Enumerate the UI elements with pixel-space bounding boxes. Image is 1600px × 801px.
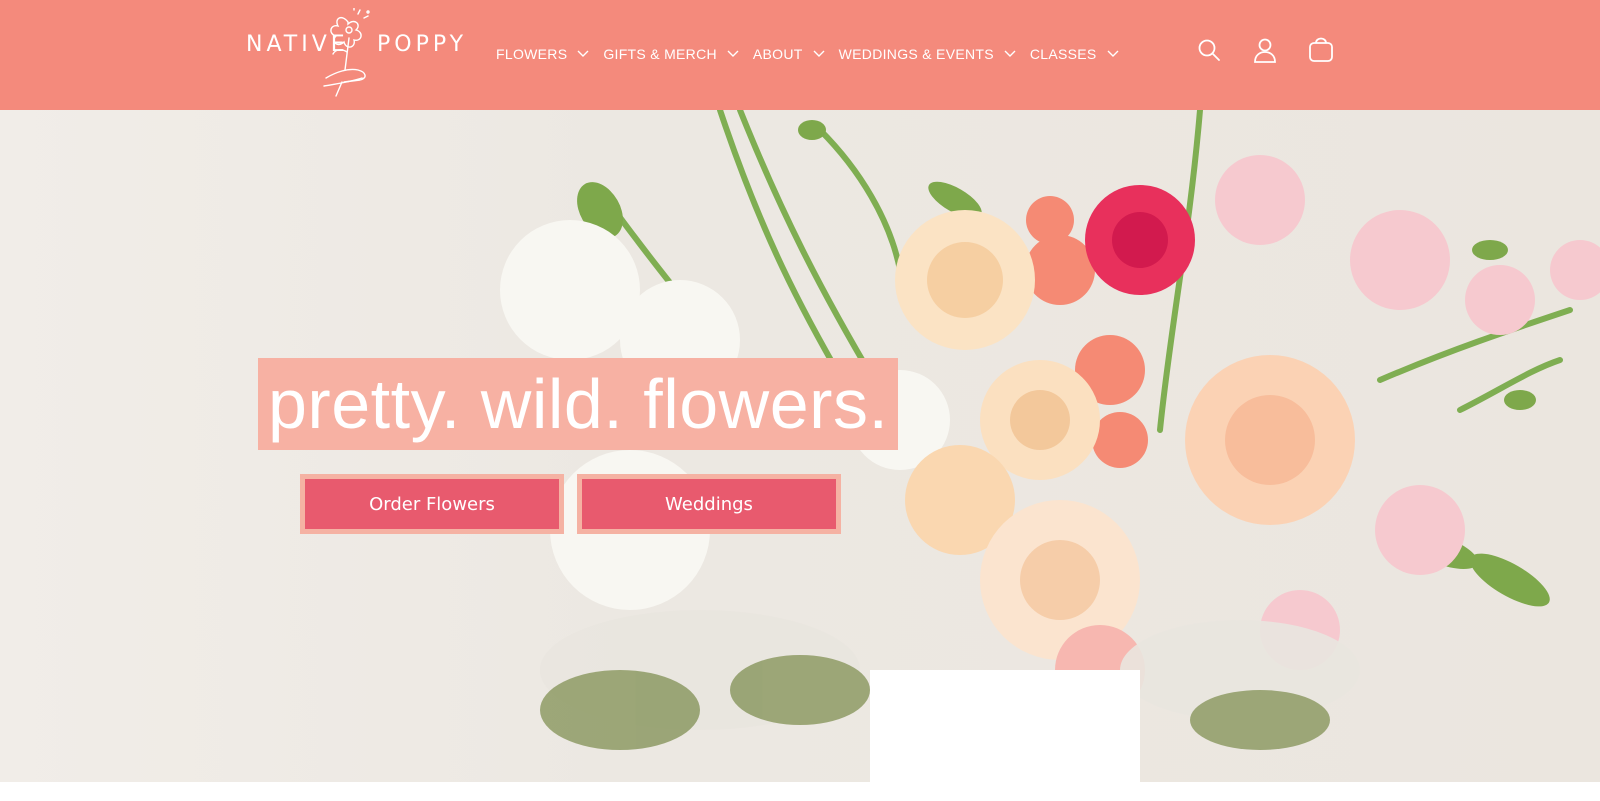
chevron-down-icon [813,50,825,57]
main-nav: FLOWERS GIFTS & MERCH ABOUT WEDDINGS & E… [496,40,1133,68]
brand-logo[interactable]: NATIVE POPPY [240,6,470,100]
logo-text-right: POPPY [377,32,468,57]
nav-label: FLOWERS [496,46,568,62]
hand-holding-flower-icon [323,8,370,97]
cart-icon[interactable] [1308,36,1334,64]
nav-label: GIFTS & MERCH [603,46,717,62]
hero-banner: pretty. wild. flowers. Order Flowers Wed… [0,110,1600,782]
nav-label: CLASSES [1029,46,1097,62]
nav-item-gifts-merch[interactable]: GIFTS & MERCH [603,46,739,62]
nav-label: ABOUT [752,46,803,62]
hero-headline: pretty. wild. flowers. [258,358,899,450]
site-header: NATIVE POPPY FLOWERS GIFTS & MERCH ABOUT… [0,0,1600,110]
nav-item-classes[interactable]: CLASSES [1030,46,1119,62]
order-flowers-button[interactable]: Order Flowers [300,474,564,534]
nav-label: WEDDINGS & EVENTS [838,46,994,62]
nav-item-flowers[interactable]: FLOWERS [496,46,589,62]
chevron-down-icon [1004,50,1016,57]
header-actions [1196,36,1334,70]
nav-item-weddings-events[interactable]: WEDDINGS & EVENTS [839,46,1016,62]
search-icon[interactable] [1196,36,1222,64]
page-below-fold [0,782,1600,801]
weddings-button[interactable]: Weddings [577,474,841,534]
nav-item-about[interactable]: ABOUT [753,46,825,62]
chevron-down-icon [727,50,739,57]
account-icon[interactable] [1252,36,1278,64]
chevron-down-icon [577,50,589,57]
chevron-down-icon [1107,50,1119,57]
